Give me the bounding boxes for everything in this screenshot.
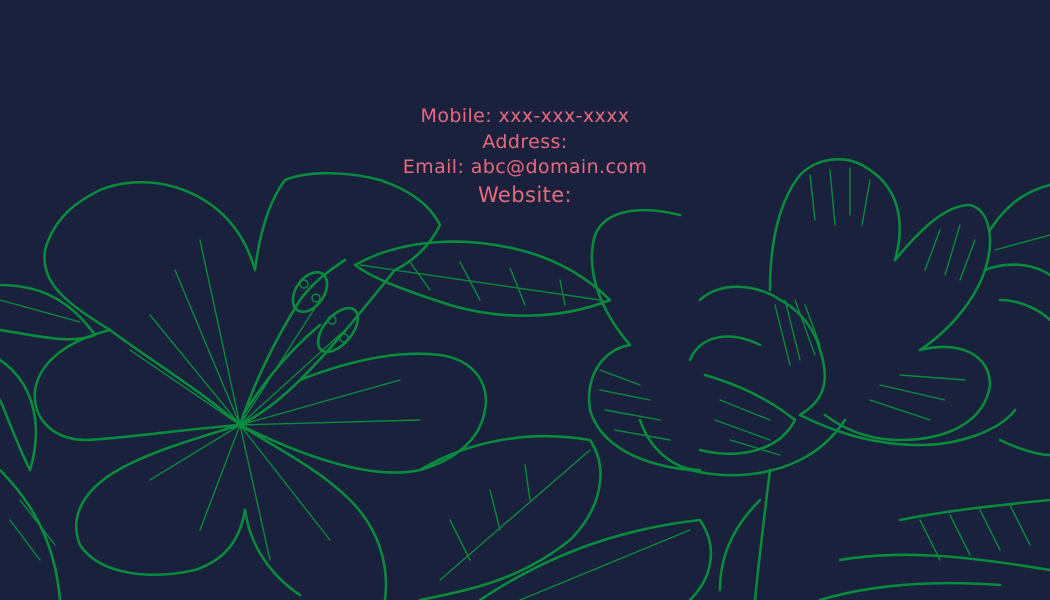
address-text: Address: bbox=[482, 130, 568, 153]
business-card-back: Mobile: xxx-xxx-xxxx Address: Email: abc… bbox=[0, 0, 1050, 600]
hibiscus-flower bbox=[33, 171, 488, 600]
contact-info-block: Mobile: xxx-xxx-xxxx Address: Email: abc… bbox=[0, 104, 1050, 209]
left-leaves bbox=[0, 283, 97, 600]
right-leaves bbox=[818, 183, 1050, 600]
website-text: Website: bbox=[478, 182, 572, 207]
mobile-text: Mobile: xxx-xxx-xxxx bbox=[420, 105, 630, 127]
magnolia-flower bbox=[587, 158, 1017, 600]
floral-line-art bbox=[0, 158, 1050, 600]
email-text: Email: abc@domain.com bbox=[402, 156, 648, 178]
